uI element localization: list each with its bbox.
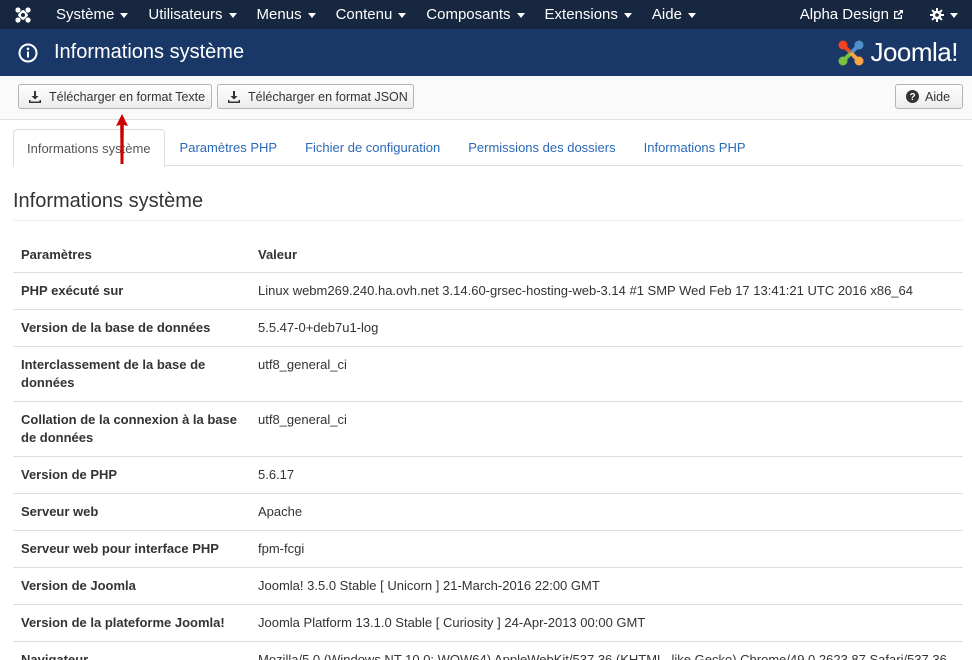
menu-label: Extensions bbox=[544, 6, 618, 23]
row-value: 5.6.17 bbox=[250, 456, 963, 494]
row-param: Collation de la connexion à la base de d… bbox=[13, 401, 250, 457]
row-param: Version de la base de données bbox=[13, 309, 250, 347]
caret-down-icon bbox=[398, 13, 407, 18]
caret-down-icon bbox=[516, 13, 525, 18]
table-row: Version de Joomla Joomla! 3.5.0 Stable [ … bbox=[13, 567, 963, 605]
system-info-table: Paramètres Valeur PHP exécuté sur Linux w… bbox=[13, 238, 963, 660]
tab-bar: Informations système Paramètres PHP Fich… bbox=[13, 129, 963, 167]
tab-parametres-php[interactable]: Paramètres PHP bbox=[167, 129, 291, 166]
site-name: Alpha Design bbox=[799, 6, 889, 23]
tab-informations-systeme[interactable]: Informations système bbox=[13, 129, 165, 167]
row-param: PHP exécuté sur bbox=[13, 272, 250, 310]
menu-menus[interactable]: Menus bbox=[247, 0, 326, 29]
download-json-button[interactable]: Télécharger en format JSON bbox=[217, 84, 414, 109]
table-row: Collation de la connexion à la base de d… bbox=[13, 401, 963, 457]
joomla-brand-logo: Joomla! bbox=[836, 37, 958, 68]
page-header: Informations système Joomla! bbox=[0, 29, 972, 76]
menu-composants[interactable]: Composants bbox=[416, 0, 534, 29]
menu-aide[interactable]: Aide bbox=[642, 0, 706, 29]
row-value: Mozilla/5.0 (Windows NT 10.0; WOW64) App… bbox=[250, 641, 963, 660]
row-value: utf8_general_ci bbox=[250, 346, 963, 402]
settings-gear-icon[interactable] bbox=[924, 7, 972, 22]
table-row: Serveur web pour interface PHP fpm-fcgi bbox=[13, 530, 963, 568]
table-row: Version de la plateforme Joomla! Joomla P… bbox=[13, 604, 963, 642]
caret-down-icon bbox=[120, 13, 129, 18]
external-link-icon bbox=[893, 9, 904, 20]
caret-down-icon bbox=[228, 13, 237, 18]
row-param: Serveur web bbox=[13, 493, 250, 531]
row-param: Version de PHP bbox=[13, 456, 250, 494]
question-circle-icon: ? bbox=[906, 90, 919, 103]
row-value: fpm-fcgi bbox=[250, 530, 963, 568]
toolbar: Télécharger en format Texte Télécharger … bbox=[0, 76, 972, 120]
table-row: Interclassement de la base de données utf… bbox=[13, 346, 963, 402]
menu-extensions[interactable]: Extensions bbox=[535, 0, 642, 29]
help-button[interactable]: ? Aide bbox=[895, 84, 963, 109]
row-value: utf8_general_ci bbox=[250, 401, 963, 457]
download-icon bbox=[29, 90, 41, 103]
row-value: Linux webm269.240.ha.ovh.net 3.14.60-grs… bbox=[250, 272, 963, 310]
joomla-brand-icon bbox=[838, 40, 864, 65]
caret-down-icon bbox=[307, 13, 316, 18]
row-value: Joomla Platform 13.1.0 Stable [ Curiosit… bbox=[250, 604, 963, 642]
annotation-arrow-icon bbox=[116, 114, 128, 164]
row-value: 5.5.47-0+deb7u1-log bbox=[250, 309, 963, 347]
column-header-parametres: Paramètres bbox=[21, 247, 92, 262]
table-header-row: Paramètres Valeur bbox=[13, 238, 963, 273]
row-param: Interclassement de la base de données bbox=[13, 346, 250, 402]
tab-fichier-configuration[interactable]: Fichier de configuration bbox=[292, 129, 453, 166]
menu-label: Aide bbox=[651, 6, 682, 23]
menu-systeme[interactable]: Système bbox=[46, 0, 138, 29]
download-text-button[interactable]: Télécharger en format Texte bbox=[18, 84, 212, 109]
row-param: Version de Joomla bbox=[13, 567, 250, 605]
row-value: Apache bbox=[250, 493, 963, 531]
info-circle-icon bbox=[18, 43, 38, 63]
menu-label: Composants bbox=[426, 6, 511, 23]
caret-down-icon bbox=[623, 13, 632, 18]
page-title: Informations système bbox=[54, 41, 245, 63]
caret-down-icon bbox=[950, 13, 958, 18]
row-param: Serveur web pour interface PHP bbox=[13, 530, 250, 568]
table-row: Serveur web Apache bbox=[13, 493, 963, 531]
section-divider bbox=[13, 220, 963, 221]
table-row: Version de PHP 5.6.17 bbox=[13, 456, 963, 494]
caret-down-icon bbox=[687, 13, 696, 18]
menu-label: Utilisateurs bbox=[148, 6, 223, 23]
button-label: Télécharger en format Texte bbox=[49, 89, 206, 104]
joomla-logo-icon[interactable] bbox=[0, 0, 46, 29]
site-link[interactable]: Alpha Design bbox=[800, 6, 924, 23]
section-title: Informations système bbox=[13, 190, 204, 212]
table-row: Version de la base de données 5.5.47-0+de… bbox=[13, 309, 963, 347]
download-icon bbox=[228, 90, 240, 103]
table-row: Navigateur Mozilla/5.0 (Windows NT 10.0; … bbox=[13, 641, 963, 660]
menu-utilisateurs[interactable]: Utilisateurs bbox=[138, 0, 246, 29]
row-value: Joomla! 3.5.0 Stable [ Unicorn ] 21-Marc… bbox=[250, 567, 963, 605]
tab-informations-php[interactable]: Informations PHP bbox=[631, 129, 759, 166]
column-header-valeur: Valeur bbox=[258, 247, 298, 262]
tab-permissions-dossiers[interactable]: Permissions des dossiers bbox=[455, 129, 628, 166]
menu-contenu[interactable]: Contenu bbox=[326, 0, 417, 29]
menu-label: Système bbox=[56, 6, 115, 23]
row-param: Version de la plateforme Joomla! bbox=[13, 604, 250, 642]
top-navbar: Système Utilisateurs Menus Contenu Compo… bbox=[0, 0, 972, 29]
button-label: Télécharger en format JSON bbox=[248, 89, 408, 104]
menu-label: Contenu bbox=[335, 6, 393, 23]
svg-text:?: ? bbox=[909, 92, 915, 103]
menu-label: Menus bbox=[256, 6, 302, 23]
table-row: PHP exécuté sur Linux webm269.240.ha.ovh.… bbox=[13, 272, 963, 310]
brand-text: Joomla! bbox=[870, 37, 958, 67]
button-label: Aide bbox=[925, 89, 951, 104]
row-param: Navigateur bbox=[13, 641, 250, 660]
